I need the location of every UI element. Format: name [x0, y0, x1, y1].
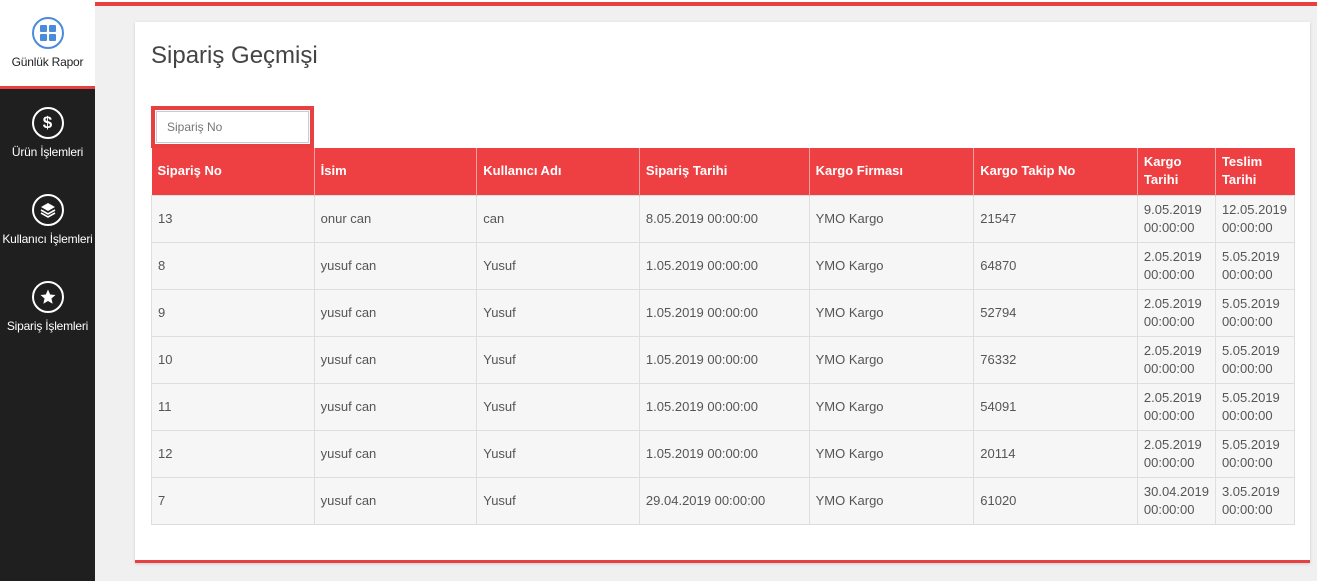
cell-delivery-date: 5.05.2019 00:00:00 [1215, 241, 1296, 289]
cell-name: yusuf can [314, 382, 478, 430]
cell-cargo-date: 2.05.2019 00:00:00 [1137, 288, 1216, 336]
cell-cargo-date: 2.05.2019 00:00:00 [1137, 335, 1216, 383]
sidebar: Günlük Rapor $ Ürün İşlemleri Kullanıcı … [0, 0, 95, 581]
cell-tracking-no: 61020 [973, 476, 1138, 525]
cell-cargo-date: 2.05.2019 00:00:00 [1137, 429, 1216, 477]
cell-order-date: 1.05.2019 00:00:00 [639, 241, 810, 289]
cell-tracking-no: 76332 [973, 335, 1138, 383]
cell-name: yusuf can [314, 288, 478, 336]
column-header[interactable]: Sipariş No [151, 148, 315, 195]
cell-delivery-date: 5.05.2019 00:00:00 [1215, 335, 1296, 383]
cell-order-no: 9 [151, 288, 315, 336]
table-row[interactable]: 11 yusuf can Yusuf 1.05.2019 00:00:00 YM… [151, 382, 1296, 430]
cell-order-date: 1.05.2019 00:00:00 [639, 429, 810, 477]
cell-username: Yusuf [476, 335, 640, 383]
cell-order-date: 29.04.2019 00:00:00 [639, 476, 810, 525]
cell-order-no: 10 [151, 335, 315, 383]
cell-username: Yusuf [476, 382, 640, 430]
table-row[interactable]: 12 yusuf can Yusuf 1.05.2019 00:00:00 YM… [151, 429, 1296, 477]
order-table: Sipariş No İsim Kullanıcı Adı Sipariş Ta… [151, 148, 1296, 525]
cell-username: Yusuf [476, 241, 640, 289]
cell-name: yusuf can [314, 241, 478, 289]
cell-name: onur can [314, 194, 478, 242]
sidebar-item-order-operations[interactable]: Sipariş İşlemleri [0, 263, 95, 350]
cell-order-date: 1.05.2019 00:00:00 [639, 288, 810, 336]
sidebar-item-label: Sipariş İşlemleri [6, 318, 89, 333]
column-header[interactable]: Kargo Tarihi [1137, 148, 1216, 195]
table-row[interactable]: 13 onur can can 8.05.2019 00:00:00 YMO K… [151, 194, 1296, 242]
order-no-search-input[interactable] [156, 111, 309, 143]
cell-name: yusuf can [314, 476, 478, 525]
cell-tracking-no: 21547 [973, 194, 1138, 242]
cell-cargo-date: 2.05.2019 00:00:00 [1137, 241, 1216, 289]
cell-cargo-company: YMO Kargo [809, 194, 975, 242]
cell-tracking-no: 52794 [973, 288, 1138, 336]
sidebar-item-label: Ürün İşlemleri [11, 144, 84, 159]
cell-cargo-date: 2.05.2019 00:00:00 [1137, 382, 1216, 430]
cell-order-date: 1.05.2019 00:00:00 [639, 335, 810, 383]
cell-cargo-company: YMO Kargo [809, 335, 975, 383]
cell-cargo-company: YMO Kargo [809, 288, 975, 336]
cell-order-date: 1.05.2019 00:00:00 [639, 382, 810, 430]
cell-delivery-date: 5.05.2019 00:00:00 [1215, 429, 1296, 477]
page-title: Sipariş Geçmişi [151, 42, 318, 69]
search-box [151, 106, 314, 148]
sidebar-item-label: Kullanıcı İşlemleri [2, 231, 93, 246]
table-row[interactable]: 8 yusuf can Yusuf 1.05.2019 00:00:00 YMO… [151, 241, 1296, 289]
sidebar-item-label: Günlük Rapor [11, 55, 84, 69]
cell-tracking-no: 64870 [973, 241, 1138, 289]
cell-order-no: 13 [151, 194, 315, 242]
cell-tracking-no: 20114 [973, 429, 1138, 477]
dashboard-grid-icon [31, 17, 64, 49]
sidebar-item-user-operations[interactable]: Kullanıcı İşlemleri [0, 176, 95, 263]
cell-cargo-date: 30.04.2019 00:00:00 [1137, 476, 1216, 525]
dollar-icon: $ [31, 106, 64, 139]
cell-cargo-company: YMO Kargo [809, 241, 975, 289]
cell-cargo-company: YMO Kargo [809, 429, 975, 477]
sidebar-item-product-operations[interactable]: $ Ürün İşlemleri [0, 89, 95, 176]
column-header[interactable]: Kargo Firması [809, 148, 975, 195]
order-history-card: Sipariş Geçmişi Sipariş No İsim Kullanıc… [135, 22, 1310, 563]
cell-name: yusuf can [314, 429, 478, 477]
cell-order-no: 7 [151, 476, 315, 525]
cell-name: yusuf can [314, 335, 478, 383]
cell-username: can [476, 194, 640, 242]
cell-order-no: 8 [151, 241, 315, 289]
column-header[interactable]: Kargo Takip No [973, 148, 1138, 195]
cell-order-date: 8.05.2019 00:00:00 [639, 194, 810, 242]
cell-cargo-date: 9.05.2019 00:00:00 [1137, 194, 1216, 242]
star-icon [31, 280, 64, 313]
layers-icon [31, 193, 64, 226]
cell-delivery-date: 12.05.2019 00:00:00 [1215, 194, 1296, 242]
cell-username: Yusuf [476, 429, 640, 477]
cell-delivery-date: 5.05.2019 00:00:00 [1215, 382, 1296, 430]
cell-delivery-date: 3.05.2019 00:00:00 [1215, 476, 1296, 525]
cell-cargo-company: YMO Kargo [809, 382, 975, 430]
table-row[interactable]: 10 yusuf can Yusuf 1.05.2019 00:00:00 YM… [151, 335, 1296, 383]
cell-tracking-no: 54091 [973, 382, 1138, 430]
cell-order-no: 11 [151, 382, 315, 430]
table-row[interactable]: 7 yusuf can Yusuf 29.04.2019 00:00:00 YM… [151, 476, 1296, 525]
cell-username: Yusuf [476, 476, 640, 525]
top-bar [95, 0, 1317, 6]
cell-delivery-date: 5.05.2019 00:00:00 [1215, 288, 1296, 336]
table-row[interactable]: 9 yusuf can Yusuf 1.05.2019 00:00:00 YMO… [151, 288, 1296, 336]
column-header[interactable]: Teslim Tarihi [1215, 148, 1295, 195]
cell-username: Yusuf [476, 288, 640, 336]
cell-cargo-company: YMO Kargo [809, 476, 975, 525]
table-header-row: Sipariş No İsim Kullanıcı Adı Sipariş Ta… [151, 148, 1295, 195]
column-header[interactable]: İsim [314, 148, 478, 195]
column-header[interactable]: Kullanıcı Adı [476, 148, 640, 195]
sidebar-item-daily-report[interactable]: Günlük Rapor [0, 0, 95, 89]
cell-order-no: 12 [151, 429, 315, 477]
column-header[interactable]: Sipariş Tarihi [639, 148, 810, 195]
